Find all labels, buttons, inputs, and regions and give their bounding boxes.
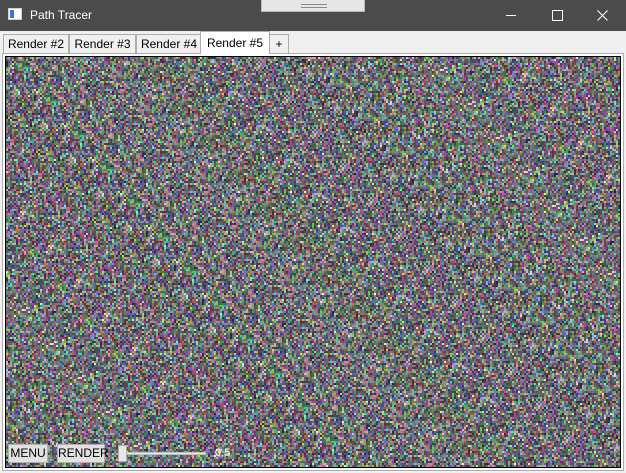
samples-slider-value: 0,5 (215, 447, 231, 459)
render-noise-image (6, 57, 620, 467)
app-window: Path Tracer Render #2 Render #3 Render #… (0, 0, 626, 473)
samples-slider-track[interactable] (118, 452, 206, 455)
window-title: Path Tracer (30, 8, 93, 22)
minimize-button[interactable] (488, 0, 534, 31)
samples-slider-thumb[interactable] (118, 445, 127, 462)
render-button[interactable]: RENDER (57, 444, 109, 463)
close-button[interactable] (580, 0, 626, 31)
close-icon (597, 10, 608, 21)
tab-render-3[interactable]: Render #3 (69, 34, 136, 53)
maximize-button[interactable] (534, 0, 580, 31)
drag-handle[interactable] (261, 0, 365, 12)
tab-bar: Render #2 Render #3 Render #4 Render #5 … (0, 31, 626, 54)
tab-render-5[interactable]: Render #5 (200, 31, 270, 54)
tab-render-4[interactable]: Render #4 (136, 34, 202, 53)
title-bar[interactable]: Path Tracer (0, 0, 626, 31)
add-tab-button[interactable]: + (269, 34, 289, 53)
menu-button[interactable]: MENU (8, 444, 48, 463)
tab-render-2[interactable]: Render #2 (3, 34, 69, 53)
app-window-icon (8, 8, 22, 20)
render-canvas[interactable] (5, 56, 621, 468)
